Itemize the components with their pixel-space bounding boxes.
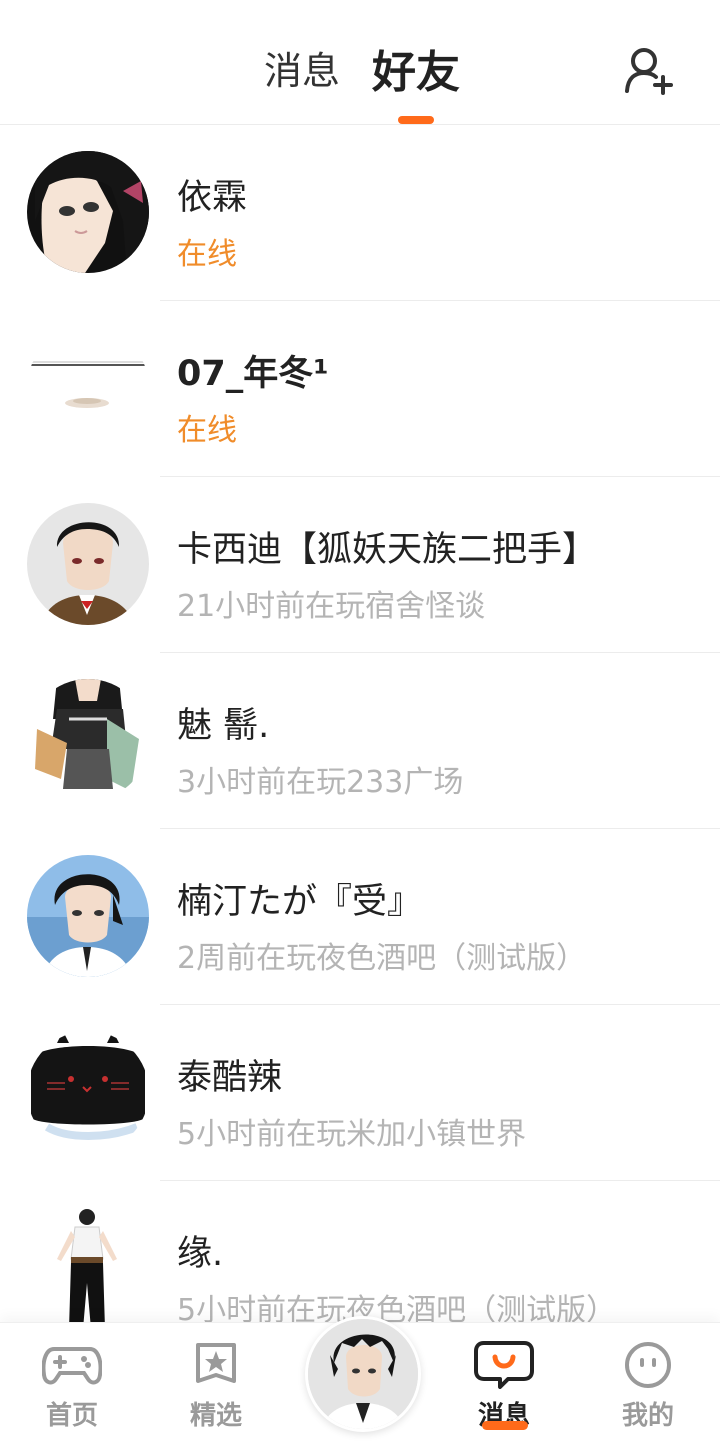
nav-label: 精选: [189, 1401, 242, 1431]
friend-list: 依霖 在线 07_年冬¹ 在线 卡西迪【狐妖天族二把手】 21小时前在玩宿舍怪谈…: [0, 125, 720, 1357]
add-user-icon: [625, 48, 673, 95]
smiley-face-icon: [625, 1342, 671, 1388]
suited-boy-avatar[interactable]: [27, 503, 149, 625]
chat-bubble-icon: [474, 1341, 534, 1389]
nav-label: 我的: [621, 1401, 674, 1431]
active-tab-indicator: [398, 116, 434, 124]
sky-boy-avatar[interactable]: [27, 855, 149, 977]
friend-row[interactable]: 泰酷辣 5小时前在玩米加小镇世界: [0, 1005, 720, 1181]
nav-mine[interactable]: 我的: [598, 1341, 698, 1432]
black-cat-avatar[interactable]: [27, 1031, 149, 1153]
friend-status: 在线: [177, 413, 237, 448]
tab-messages[interactable]: 消息: [264, 40, 340, 95]
friend-row[interactable]: 卡西迪【狐妖天族二把手】 21小时前在玩宿舍怪谈: [0, 477, 720, 653]
costume-avatar[interactable]: [27, 679, 149, 801]
friend-status: 5小时前在玩米加小镇世界: [177, 1117, 527, 1152]
anime-girl-avatar[interactable]: [27, 151, 149, 273]
friend-status: 3小时前在玩233广场: [177, 765, 464, 800]
friend-name: 依霖: [177, 178, 248, 218]
friend-name: 缘.: [177, 1234, 224, 1274]
friend-name: 卡西迪【狐妖天族二把手】: [177, 530, 598, 570]
friend-status: 在线: [177, 237, 237, 272]
friend-row[interactable]: 魅 鬋. 3小时前在玩233广场: [0, 653, 720, 829]
friend-name: 楠汀たが『受』: [177, 882, 423, 922]
nav-label: 首页: [45, 1401, 98, 1431]
standing-figure-avatar[interactable]: [27, 1207, 149, 1329]
nav-featured[interactable]: 精选: [166, 1341, 266, 1432]
friend-status: 21小时前在玩宿舍怪谈: [177, 589, 486, 624]
friend-row[interactable]: 07_年冬¹ 在线: [0, 301, 720, 477]
nav-home[interactable]: 首页: [22, 1341, 122, 1432]
friend-status: 2周前在玩夜色酒吧（测试版）: [177, 941, 587, 976]
faint-cup-avatar[interactable]: [27, 327, 149, 449]
gamepad-icon: [42, 1347, 102, 1385]
friend-name: 07_年冬¹: [177, 354, 329, 394]
active-nav-indicator: [482, 1421, 528, 1430]
star-badge-icon: [196, 1343, 236, 1383]
friend-name: 泰酷辣: [177, 1058, 283, 1098]
friend-name: 魅 鬋.: [177, 706, 270, 746]
player-avatar[interactable]: [305, 1316, 421, 1432]
friend-row[interactable]: 依霖 在线: [0, 125, 720, 301]
tab-friends[interactable]: 好友: [372, 36, 460, 100]
add-friend-button[interactable]: [622, 44, 674, 96]
top-header: 消息 好友: [0, 0, 720, 125]
nav-messages[interactable]: 消息: [454, 1341, 554, 1432]
friend-row[interactable]: 楠汀たが『受』 2周前在玩夜色酒吧（测试版）: [0, 829, 720, 1005]
